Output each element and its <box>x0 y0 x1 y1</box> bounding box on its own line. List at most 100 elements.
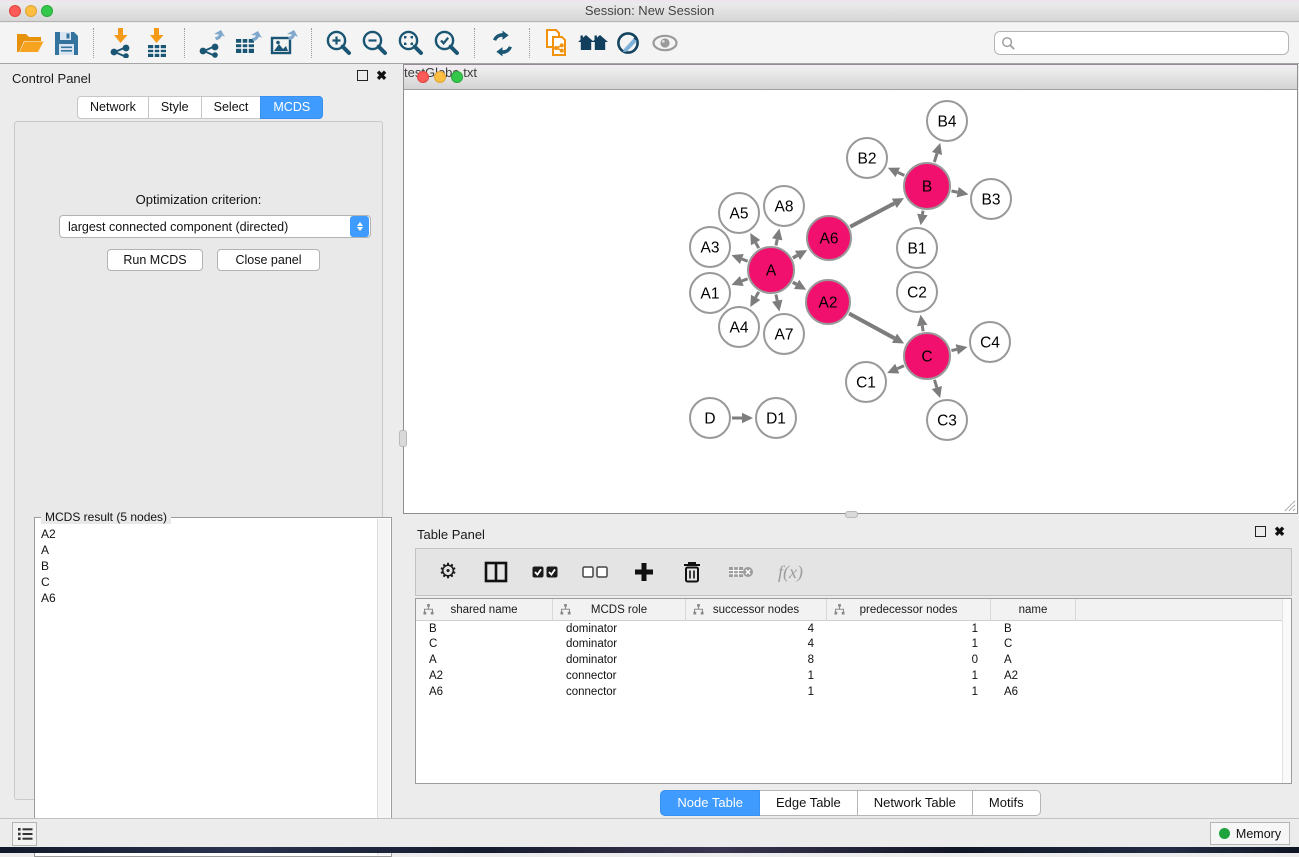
cell-name[interactable]: A <box>991 653 1076 669</box>
cell-successor-nodes[interactable]: 4 <box>686 637 827 653</box>
graph-node-A8[interactable]: A8 <box>764 186 804 226</box>
tab-edge-table[interactable]: Edge Table <box>759 790 858 816</box>
export-table-button[interactable] <box>230 26 266 60</box>
tab-motifs[interactable]: Motifs <box>972 790 1041 816</box>
save-session-button[interactable] <box>48 26 84 60</box>
graph-node-C4[interactable]: C4 <box>970 322 1010 362</box>
function-builder-button[interactable]: f(x) <box>778 557 803 587</box>
close-table-panel-icon[interactable]: ✖ <box>1274 526 1285 537</box>
graph-node-D1[interactable]: D1 <box>756 398 796 438</box>
graph-edge-C-C1[interactable] <box>887 364 904 374</box>
column-header-MCDS-role[interactable]: MCDS role <box>553 599 686 621</box>
zoom-network-button[interactable] <box>451 71 463 83</box>
tab-mcds[interactable]: MCDS <box>260 96 323 119</box>
cell-MCDS-role[interactable]: dominator <box>553 621 686 637</box>
graph-edge-A2-C[interactable] <box>849 313 904 343</box>
cell-shared-name[interactable]: A <box>416 653 553 669</box>
graph-node-B4[interactable]: B4 <box>927 101 967 141</box>
column-header-name[interactable]: name <box>991 599 1076 621</box>
graph-node-A4[interactable]: A4 <box>719 307 759 347</box>
cell-shared-name[interactable]: A2 <box>416 668 553 684</box>
annotation-mode-button[interactable] <box>611 26 647 60</box>
cell-MCDS-role[interactable]: dominator <box>553 653 686 669</box>
graph-node-A7[interactable]: A7 <box>764 314 804 354</box>
cell-successor-nodes[interactable]: 8 <box>686 653 827 669</box>
delete-table-button[interactable] <box>728 557 754 587</box>
graph-edge-A-A2[interactable] <box>793 280 806 290</box>
tab-network[interactable]: Network <box>77 96 149 119</box>
graph-edge-B-B4[interactable] <box>932 143 942 162</box>
cell-name[interactable]: C <box>991 637 1076 653</box>
cell-name[interactable]: A6 <box>991 684 1076 700</box>
cell-successor-nodes[interactable]: 1 <box>686 684 827 700</box>
graph-edge-A-A6[interactable] <box>793 250 807 260</box>
refresh-button[interactable] <box>484 26 520 60</box>
show-hide-button[interactable] <box>647 26 683 60</box>
table-scrollbar[interactable] <box>1282 599 1291 783</box>
cell-successor-nodes[interactable]: 4 <box>686 621 827 637</box>
graph-node-B2[interactable]: B2 <box>847 138 887 178</box>
graph-node-D[interactable]: D <box>690 398 730 438</box>
graph-edge-C-C2[interactable] <box>917 315 927 332</box>
graph-node-B3[interactable]: B3 <box>971 179 1011 219</box>
tab-select[interactable]: Select <box>201 96 262 119</box>
tab-node-table[interactable]: Node Table <box>660 790 760 816</box>
graph-edge-A-A8[interactable] <box>772 229 782 246</box>
table-row-a2[interactable]: A2connector11A2 <box>416 668 1291 684</box>
graph-edge-B-B3[interactable] <box>951 187 968 197</box>
graph-node-A6[interactable]: A6 <box>807 216 851 260</box>
run-mcds-button[interactable]: Run MCDS <box>107 249 203 271</box>
column-header-successor-nodes[interactable]: successor nodes <box>686 599 827 621</box>
cell-shared-name[interactable]: B <box>416 621 553 637</box>
graph-edge-A-A3[interactable] <box>732 254 748 264</box>
graph-edge-C-C4[interactable] <box>951 344 967 354</box>
cell-name[interactable]: B <box>991 621 1076 637</box>
horizontal-divider-handle[interactable] <box>399 430 407 447</box>
network-graph-canvas[interactable]: B4B2BB3A8A5A6A3B1AA1C2A2A4A7C4CC1C3DD1 <box>404 90 1297 513</box>
close-panel-button[interactable]: Close panel <box>217 249 320 271</box>
export-image-button[interactable] <box>266 26 302 60</box>
graph-edge-C-C3[interactable] <box>932 380 942 398</box>
zoom-in-button[interactable] <box>321 26 357 60</box>
result-scrollbar[interactable] <box>377 519 390 855</box>
result-item-a6[interactable]: A6 <box>36 590 375 606</box>
graph-node-C1[interactable]: C1 <box>846 362 886 402</box>
column-header-predecessor-nodes[interactable]: predecessor nodes <box>827 599 991 621</box>
cell-predecessor-nodes[interactable]: 1 <box>827 668 991 684</box>
import-table-button[interactable] <box>139 26 175 60</box>
home-neighbors-button[interactable] <box>575 26 611 60</box>
zoom-fit-button[interactable] <box>393 26 429 60</box>
cell-name[interactable]: A2 <box>991 668 1076 684</box>
zoom-out-button[interactable] <box>357 26 393 60</box>
result-item-a2[interactable]: A2 <box>36 526 375 542</box>
table-row-b[interactable]: Bdominator41B <box>416 621 1291 637</box>
cell-successor-nodes[interactable]: 1 <box>686 668 827 684</box>
graph-node-B1[interactable]: B1 <box>897 228 937 268</box>
graph-node-C2[interactable]: C2 <box>897 272 937 312</box>
graph-edge-A6-B[interactable] <box>850 198 904 227</box>
criterion-dropdown[interactable]: largest connected component (directed) <box>59 215 371 238</box>
graph-edge-A-A7[interactable] <box>772 294 782 311</box>
graph-edge-A-A5[interactable] <box>750 233 760 248</box>
graph-node-A2[interactable]: A2 <box>806 280 850 324</box>
vertical-divider-handle[interactable] <box>845 511 858 518</box>
tab-network-table[interactable]: Network Table <box>857 790 973 816</box>
graph-node-A3[interactable]: A3 <box>690 227 730 267</box>
create-column-button[interactable] <box>632 557 656 587</box>
clone-network-button[interactable] <box>539 26 575 60</box>
cell-MCDS-role[interactable]: dominator <box>553 637 686 653</box>
show-columns-button[interactable] <box>484 557 508 587</box>
graph-edge-A-A4[interactable] <box>750 292 760 307</box>
graph-edge-B-B1[interactable] <box>917 211 927 226</box>
cell-predecessor-nodes[interactable]: 1 <box>827 637 991 653</box>
result-item-a[interactable]: A <box>36 542 375 558</box>
graph-edge-D-D1[interactable] <box>732 413 753 424</box>
result-item-c[interactable]: C <box>36 574 375 590</box>
delete-column-button[interactable] <box>680 557 704 587</box>
graph-node-A1[interactable]: A1 <box>690 273 730 313</box>
float-table-panel-icon[interactable] <box>1255 526 1266 537</box>
unselect-all-columns-button[interactable] <box>582 557 608 587</box>
memory-button[interactable]: Memory <box>1210 822 1290 845</box>
table-row-a[interactable]: Adominator80A <box>416 653 1291 669</box>
select-all-columns-button[interactable] <box>532 557 558 587</box>
